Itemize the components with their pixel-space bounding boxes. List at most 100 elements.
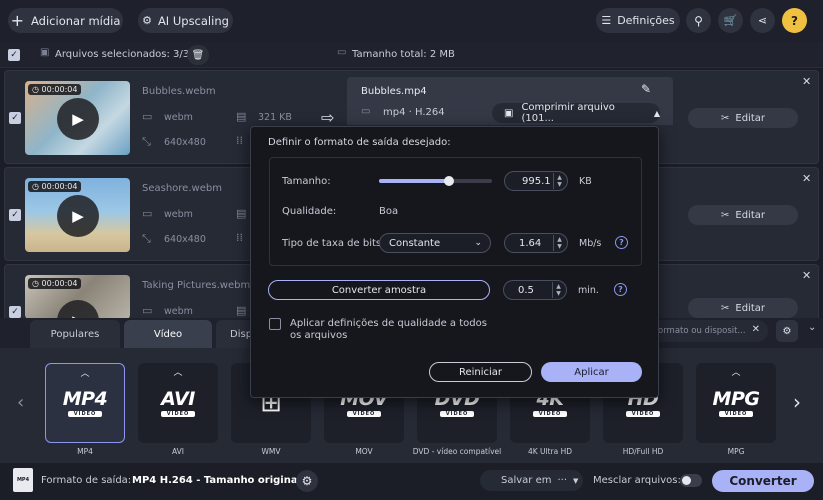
- ai-chip-icon: ⚙: [142, 14, 152, 27]
- file-checkbox[interactable]: ✓: [9, 112, 21, 124]
- save-in-dropdown[interactable]: Salvar em ··· ▼: [480, 470, 583, 491]
- chevron-down-icon: ⌄: [474, 238, 482, 248]
- size-slider[interactable]: [379, 176, 492, 186]
- size-icon: ▤: [236, 207, 247, 220]
- video-thumbnail[interactable]: ◷ 00:00:04 ▶: [25, 275, 130, 319]
- quality-settings-box: Tamanho: 995.1 ▲ ▼ KB Qualidade: Boa Tipo…: [269, 157, 642, 266]
- tracks-icon: ⁞⁞: [236, 134, 243, 147]
- selection-bar: ✓ ▣ Arquivos selecionados: 3/3 🗑 ▭ Taman…: [0, 42, 823, 68]
- apply-button[interactable]: Aplicar: [541, 362, 642, 382]
- bitrate-type-select[interactable]: Constante ⌄: [379, 233, 491, 253]
- size-input[interactable]: 995.1 ▲ ▼: [504, 171, 568, 191]
- scroll-right-icon[interactable]: ›: [793, 390, 801, 414]
- file-format: webm: [164, 209, 193, 220]
- file-size-icon: ▭: [337, 47, 347, 58]
- compress-dropdown[interactable]: ▣ Comprimir arquivo (101... ▲: [492, 102, 660, 124]
- merge-toggle[interactable]: [680, 474, 702, 487]
- resolution-icon: ⤡: [142, 135, 151, 148]
- output-file-name: Bubbles.mp4: [361, 86, 427, 97]
- apply-all-checkbox[interactable]: [269, 318, 281, 330]
- size-label: Tamanho:: [282, 176, 331, 187]
- file-size: 321 KB: [258, 112, 292, 123]
- close-icon[interactable]: ✕: [802, 75, 811, 88]
- format-icon: ▭: [142, 110, 153, 123]
- share-icon[interactable]: ⋖: [750, 8, 775, 33]
- video-thumbnail[interactable]: ◷ 00:00:04 ▶: [25, 81, 130, 155]
- format-search-input[interactable]: ormato ou disposit... ✕: [650, 320, 768, 342]
- quality-value: Boa: [379, 206, 399, 217]
- chevron-up-icon: ︿: [173, 368, 183, 378]
- format-avi[interactable]: ︿ AVI VIDEO: [138, 363, 218, 443]
- scroll-left-icon[interactable]: ‹: [17, 392, 24, 413]
- sample-unit: min.: [578, 285, 599, 296]
- tracks-icon: ⁞⁞: [236, 231, 243, 244]
- bitrate-help-icon[interactable]: ?: [615, 236, 628, 249]
- chevron-up-icon: ︿: [731, 368, 741, 378]
- rename-pencil-icon[interactable]: ✎: [641, 82, 651, 96]
- size-icon: ▤: [236, 304, 247, 317]
- top-toolbar: + Adicionar mídia ⚙ AI Upscaling ☰ Defin…: [0, 0, 823, 42]
- size-unit: KB: [579, 176, 592, 187]
- chevron-down-icon: ▼: [573, 476, 579, 485]
- play-icon[interactable]: ▶: [57, 195, 99, 237]
- merge-label: Mesclar arquivos:: [593, 475, 681, 486]
- sample-help-icon[interactable]: ?: [614, 283, 627, 296]
- chevron-up-icon: ▲: [653, 108, 660, 118]
- play-icon[interactable]: ▶: [57, 300, 99, 319]
- total-size: Tamanho total: 2 MB: [352, 49, 455, 60]
- convert-button[interactable]: Converter: [712, 470, 814, 492]
- format-settings-icon[interactable]: ⚙: [776, 320, 798, 342]
- delete-icon[interactable]: 🗑: [187, 45, 209, 65]
- add-media-button[interactable]: + Adicionar mídia: [8, 8, 123, 33]
- settings-button[interactable]: ☰ Definições: [596, 8, 680, 33]
- quality-label: Qualidade:: [282, 206, 337, 217]
- output-card: Bubbles.mp4 ✎ ▭ mp4 · H.264 ▣ Comprimir …: [347, 77, 673, 125]
- tab-populares[interactable]: Populares: [30, 320, 120, 348]
- size-icon: ▤: [236, 110, 247, 123]
- file-format: webm: [164, 112, 193, 123]
- size-spinner[interactable]: ▲ ▼: [553, 173, 565, 189]
- search-icon[interactable]: ⚲: [686, 8, 711, 33]
- more-icon: ···: [557, 475, 568, 486]
- duration-badge: ◷ 00:00:04: [28, 278, 82, 289]
- scissors-icon: ✂: [721, 112, 730, 124]
- file-checkbox[interactable]: ✓: [9, 209, 21, 221]
- compression-panel: Definir o formato de saída desejado: Tam…: [250, 126, 659, 398]
- edit-button[interactable]: ✂ Editar: [688, 108, 798, 128]
- edit-button[interactable]: ✂ Editar: [688, 205, 798, 225]
- tab-video[interactable]: Vídeo: [124, 320, 212, 348]
- video-thumbnail[interactable]: ◷ 00:00:04 ▶: [25, 178, 130, 252]
- select-all-checkbox[interactable]: ✓: [8, 49, 20, 61]
- file-format: webm: [164, 306, 193, 317]
- file-checkbox[interactable]: ✓: [9, 306, 21, 318]
- convert-arrow-icon: ⇨: [321, 108, 335, 127]
- help-icon[interactable]: ?: [782, 8, 807, 33]
- sample-spinner[interactable]: ▲ ▼: [552, 282, 564, 298]
- ai-upscaling-button[interactable]: ⚙ AI Upscaling: [138, 8, 233, 33]
- panel-title: Definir o formato de saída desejado:: [268, 137, 451, 148]
- sample-length-input[interactable]: 0.5 ▲ ▼: [503, 280, 567, 300]
- output-settings-gear-icon[interactable]: ⚙: [296, 470, 318, 492]
- play-icon[interactable]: ▶: [57, 98, 99, 140]
- plus-icon: +: [10, 11, 25, 30]
- close-icon[interactable]: ✕: [802, 269, 811, 282]
- format-mpg[interactable]: ︿ MPG VIDEO: [696, 363, 776, 443]
- cart-icon[interactable]: 🛒: [718, 8, 743, 33]
- bitrate-spinner[interactable]: ▲ ▼: [553, 235, 565, 251]
- duration-badge: ◷ 00:00:04: [28, 84, 82, 95]
- close-icon[interactable]: ✕: [802, 172, 811, 185]
- resolution-icon: ⤡: [142, 232, 151, 245]
- output-format-icon: ▭: [361, 106, 371, 117]
- chevron-up-icon: ︿: [80, 369, 90, 379]
- bitrate-input[interactable]: 1.64 ▲ ▼: [504, 233, 568, 253]
- output-codec: mp4 · H.264: [383, 107, 445, 118]
- edit-button[interactable]: ✂ Editar: [688, 298, 798, 318]
- format-mp4[interactable]: ︿ MP4 VIDEO: [45, 363, 125, 443]
- reset-button[interactable]: Reiniciar: [429, 362, 532, 382]
- file-name: Bubbles.webm: [142, 86, 216, 97]
- clear-search-icon[interactable]: ✕: [752, 324, 760, 335]
- selected-count: Arquivos selecionados: 3/3: [55, 49, 190, 60]
- output-format-value: MP4 H.264 - Tamanho original: [132, 475, 302, 486]
- collapse-chevron-icon[interactable]: ⌄: [808, 322, 816, 333]
- convert-sample-button[interactable]: Converter amostra: [268, 280, 490, 300]
